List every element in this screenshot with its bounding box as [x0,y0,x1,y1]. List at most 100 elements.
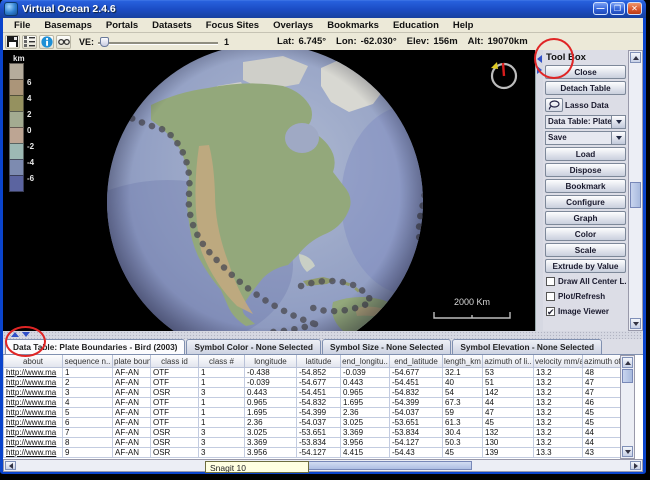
chevron-down-icon[interactable] [611,132,625,144]
ve-slider[interactable] [98,36,218,48]
toolbox-checkbox-plot-refresh[interactable]: Plot/Refresh [545,290,626,303]
column-header-end-longitu[interactable]: end_longitu.. [341,355,390,368]
menu-basemaps[interactable]: Basemaps [37,20,99,31]
slider-thumb[interactable] [100,37,109,47]
globe[interactable] [3,50,535,331]
compass[interactable] [487,58,521,97]
table-row[interactable]: http://www.ma3AF-ANOSR30.443-54.4510.965… [4,388,621,398]
menu-bookmarks[interactable]: Bookmarks [320,20,386,31]
toolbox-button-detach-table[interactable]: Detach Table [545,81,626,95]
cell: 0.965 [245,398,297,408]
column-header-class-id[interactable]: class id [151,355,199,368]
table-row[interactable]: http://www.ma8AF-ANOSR33.369-53.8343.956… [4,438,621,448]
toolbox-button-graph[interactable]: Graph [545,211,626,225]
toolbox-dropdown-data-table-plate[interactable]: Data Table: Plate... [545,115,626,129]
menu-file[interactable]: File [7,20,37,31]
menu-overlays[interactable]: Overlays [266,20,320,31]
scroll-down-icon[interactable] [622,446,633,457]
table-row[interactable]: http://www.ma5AF-ANOTF11.695-54.3992.36-… [4,408,621,418]
column-header-length-km[interactable]: length_km [443,355,483,368]
about-link[interactable]: http://www.ma [4,368,63,378]
column-header-azimuth-of-v[interactable]: azimuth of v.. [583,355,621,368]
globe-viewport[interactable]: km 6420-2-4-6 2000 Km [3,50,535,331]
close-button[interactable]: ✕ [627,2,642,15]
about-link[interactable]: http://www.ma [4,448,63,458]
about-link[interactable]: http://www.ma [4,388,63,398]
about-link[interactable]: http://www.ma [4,418,63,428]
checkbox-icon[interactable] [546,277,555,286]
column-header-about[interactable]: about [4,355,63,368]
toolbox-scrollbar[interactable] [628,50,643,331]
table-row[interactable]: http://www.ma9AF-ANOSR33.956-54.1274.415… [4,448,621,458]
scroll-up-icon[interactable] [622,357,633,368]
table-row[interactable]: http://www.ma7AF-ANOSR33.025-53.6513.369… [4,428,621,438]
column-header-azimuth-of-li[interactable]: azimuth of li.. [483,355,534,368]
map-toolbox-splitter[interactable] [535,50,543,331]
table-hscrollbar[interactable] [3,459,643,472]
snagit-tooltip: Snagit 10 [205,461,309,473]
toolbox-button-color[interactable]: Color [545,227,626,241]
cell: 2.36 [341,408,390,418]
map-table-splitter[interactable] [3,331,643,339]
checkbox-icon[interactable] [546,292,555,301]
tab-symbol-size-none-selected[interactable]: Symbol Size - None Selected [322,339,451,354]
scroll-right-icon[interactable] [630,461,641,470]
column-header-longitude[interactable]: longitude [245,355,297,368]
chevron-down-icon[interactable] [611,116,625,128]
scroll-left-icon[interactable] [5,461,16,470]
cell: 54 [443,388,483,398]
column-header-latitude[interactable]: latitude [297,355,341,368]
toolbox-scroll-thumb[interactable] [630,182,641,208]
about-link[interactable]: http://www.ma [4,408,63,418]
save-button[interactable] [5,35,20,49]
column-header-velocity-mm-a[interactable]: velocity mm/a [534,355,583,368]
stereo-view-button[interactable] [56,35,71,49]
toolbox-button-load[interactable]: Load [545,147,626,161]
menu-datasets[interactable]: Datasets [145,20,199,31]
cell: OSR [151,428,199,438]
menu-portals[interactable]: Portals [99,20,145,31]
table-vscroll-thumb[interactable] [622,369,633,383]
toolbox-checkbox-image-viewer[interactable]: ✔Image Viewer [545,305,626,318]
about-link[interactable]: http://www.ma [4,398,63,408]
table-row[interactable]: http://www.ma2AF-ANOTF1-0.039-54.6770.44… [4,378,621,388]
status-value-elev: 156m [433,36,457,47]
cell: AF-AN [113,378,151,388]
table-vscrollbar[interactable] [620,355,635,459]
cell: AF-AN [113,408,151,418]
menu-help[interactable]: Help [446,20,481,31]
cell: 3 [199,388,245,398]
about-link[interactable]: http://www.ma [4,378,63,388]
lasso-button[interactable] [545,98,563,112]
cell: 7 [63,428,113,438]
layer-manager-button[interactable] [22,35,37,49]
checkbox-icon[interactable]: ✔ [546,307,555,316]
table-row[interactable]: http://www.ma4AF-ANOTF10.965-54.8321.695… [4,398,621,408]
tab-symbol-color-none-selected[interactable]: Symbol Color - None Selected [186,339,320,354]
info-button[interactable] [39,35,54,49]
menu-education[interactable]: Education [386,20,446,31]
scroll-up-icon[interactable] [630,52,641,63]
column-header-plate-bound[interactable]: plate bound.. [113,355,151,368]
about-link[interactable]: http://www.ma [4,428,63,438]
table-row[interactable]: http://www.ma6AF-ANOTF12.36-54.0373.025-… [4,418,621,428]
menu-focus-sites[interactable]: Focus Sites [199,20,266,31]
cell: 2.36 [245,418,297,428]
toolbox-button-bookmark[interactable]: Bookmark [545,179,626,193]
toolbox-button-dispose[interactable]: Dispose [545,163,626,177]
column-header-end-latitude[interactable]: end_latitude [390,355,443,368]
table-row[interactable]: http://www.ma1AF-ANOTF1-0.438-54.852-0.0… [4,368,621,378]
tab-symbol-elevation-none-selected[interactable]: Symbol Elevation - None Selected [452,339,602,354]
toolbox-button-extrude-by-value[interactable]: Extrude by Value [545,259,626,273]
minimize-button[interactable]: — [593,2,608,15]
column-header-sequence-n[interactable]: sequence n.. [63,355,113,368]
toolbox-button-scale[interactable]: Scale [545,243,626,257]
toolbox-checkbox-draw-all-center-l[interactable]: Draw All Center L... [545,275,626,288]
maximize-button[interactable]: ❐ [610,2,625,15]
toolbox-button-configure[interactable]: Configure [545,195,626,209]
scroll-down-icon[interactable] [630,318,641,329]
title-bar[interactable]: Virtual Ocean 2.4.6 — ❐ ✕ [0,0,646,18]
toolbox-dropdown-save[interactable]: Save [545,131,626,145]
about-link[interactable]: http://www.ma [4,438,63,448]
column-header-class[interactable]: class # [199,355,245,368]
